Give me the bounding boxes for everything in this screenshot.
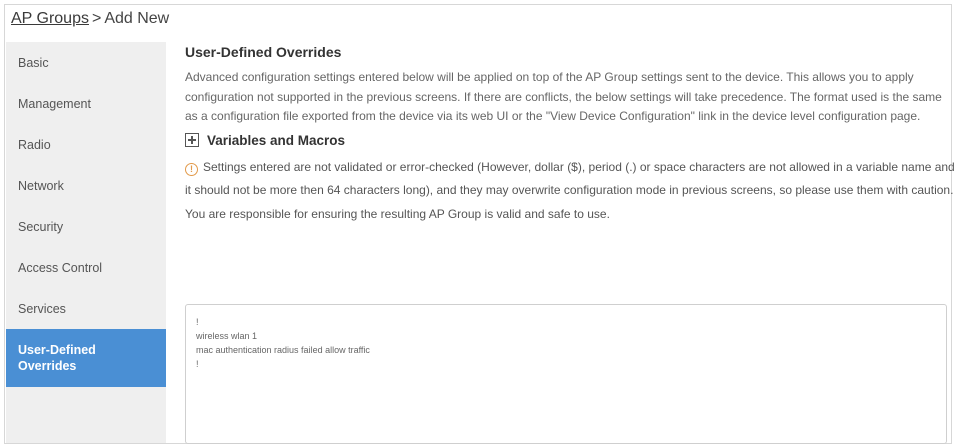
expand-plus-icon[interactable] (185, 133, 199, 147)
sidebar-nav: Basic Management Radio Network Security … (6, 42, 166, 443)
sidebar-item-label: Basic (18, 55, 49, 70)
sidebar-item-label: Network (18, 178, 64, 193)
sidebar-item-label: Security (18, 219, 64, 234)
sidebar-item-services[interactable]: Services (6, 288, 166, 329)
breadcrumb-current: Add New (104, 10, 170, 27)
sidebar-item-label: Management (18, 96, 91, 111)
config-override-textarea[interactable]: ! wireless wlan 1 mac authentication rad… (185, 304, 947, 444)
warning-message: ! Settings entered are not validated or e… (185, 156, 955, 227)
config-line: ! (196, 359, 199, 369)
sidebar-item-label: Radio (18, 137, 51, 152)
page-title: User-Defined Overrides (185, 44, 342, 60)
main-content: User-Defined Overrides Advanced configur… (185, 42, 955, 444)
sidebar-item-basic[interactable]: Basic (6, 42, 166, 83)
config-line: wireless wlan 1 (196, 331, 258, 341)
sidebar-item-label: User-Defined Overrides (18, 343, 96, 373)
variables-macros-label: Variables and Macros (207, 132, 346, 148)
ap-group-add-panel: AP Groups > Add New Basic Management Radio… (4, 4, 955, 444)
sidebar-item-security[interactable]: Security (6, 206, 166, 247)
warning-text: Settings entered are not validated or er… (185, 159, 955, 221)
variables-macros-toggle[interactable]: Variables and Macros (185, 133, 947, 148)
sidebar-item-access-control[interactable]: Access Control (6, 247, 166, 288)
breadcrumb: AP Groups > Add New (5, 5, 951, 33)
breadcrumb-ap-groups-link[interactable]: AP Groups (11, 10, 89, 27)
sidebar-item-user-defined-overrides[interactable]: User-Defined Overrides (6, 329, 166, 387)
page-description: Advanced configuration settings entered … (185, 70, 942, 123)
breadcrumb-separator: > (91, 10, 102, 27)
sidebar-item-label: Services (18, 301, 66, 316)
sidebar-item-network[interactable]: Network (6, 165, 166, 206)
warning-circle-icon: ! (185, 162, 198, 176)
config-line: mac authentication radius failed allow t… (196, 345, 370, 355)
config-line: ! (196, 317, 199, 327)
sidebar-item-management[interactable]: Management (6, 83, 166, 124)
sidebar-item-radio[interactable]: Radio (6, 124, 166, 165)
sidebar-item-label: Access Control (18, 260, 103, 275)
